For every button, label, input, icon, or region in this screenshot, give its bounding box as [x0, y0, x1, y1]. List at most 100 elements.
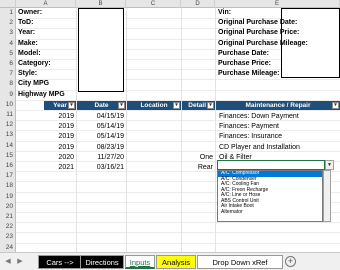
cell-year[interactable]: 2019: [44, 132, 76, 142]
cell-date[interactable]: 11/27/20: [77, 153, 126, 163]
row-header[interactable]: 14: [0, 140, 16, 151]
column-header-d[interactable]: D: [181, 0, 215, 8]
field-label: Purchase Mileage:: [218, 70, 280, 78]
row-header[interactable]: 7: [0, 69, 16, 80]
row-header[interactable]: 4: [0, 38, 16, 49]
column-header-a[interactable]: A: [16, 0, 76, 8]
cell-detail[interactable]: One: [182, 153, 215, 163]
filter-dropdown-icon[interactable]: ▾: [207, 102, 214, 109]
row-header[interactable]: 17: [0, 171, 16, 182]
table-header-detail[interactable]: Detail ▾: [182, 101, 215, 110]
row-header[interactable]: 1: [0, 8, 16, 19]
cell-detail[interactable]: [182, 143, 215, 153]
dropdown-scrollbar[interactable]: [323, 170, 331, 222]
row-header[interactable]: 22: [0, 222, 16, 233]
row-header[interactable]: 19: [0, 191, 16, 202]
row-header[interactable]: 9: [0, 89, 16, 100]
cell-detail[interactable]: [182, 132, 215, 142]
sheet-tab[interactable]: Analysis: [156, 255, 196, 269]
scroll-tabs-right-icon[interactable]: ▶: [16, 257, 24, 267]
row-header[interactable]: 10: [0, 99, 16, 110]
cell-detail[interactable]: [182, 122, 215, 132]
cell-repair[interactable]: Finances: Payment: [219, 122, 323, 132]
column-header-c[interactable]: C: [126, 0, 181, 8]
owner-input-box[interactable]: [78, 8, 124, 92]
field-label: Style:: [18, 70, 38, 78]
cell-year[interactable]: 2019: [44, 143, 76, 153]
row-header[interactable]: 23: [0, 232, 16, 243]
table-header-year[interactable]: Year ▾: [44, 101, 76, 110]
sheet-tab[interactable]: Directions: [80, 255, 124, 269]
add-sheet-icon[interactable]: +: [285, 256, 296, 267]
row-header[interactable]: 24: [0, 242, 16, 252]
cell-date[interactable]: 08/23/19: [77, 143, 126, 153]
active-cell-e17[interactable]: [217, 160, 325, 170]
row-header[interactable]: 20: [0, 201, 16, 212]
table-header-date[interactable]: Date ▾: [77, 101, 126, 110]
filter-dropdown-icon[interactable]: ▾: [173, 102, 180, 109]
select-all-corner[interactable]: [0, 0, 16, 8]
table-header-location[interactable]: Location ▾: [127, 101, 181, 110]
gridline: [16, 222, 340, 224]
cell-location[interactable]: [127, 132, 181, 142]
column-header-b[interactable]: B: [76, 0, 126, 8]
cell-year[interactable]: 2021: [44, 163, 76, 173]
cell-repair[interactable]: CD Player and Installation: [219, 143, 323, 153]
scroll-tabs-left-icon[interactable]: ◀: [4, 257, 12, 267]
row-header[interactable]: 8: [0, 79, 16, 90]
chevron-down-icon: ▼: [327, 162, 332, 168]
table-header-repair[interactable]: Maintenance / Repair ▾: [216, 101, 340, 110]
cell-repair[interactable]: Finances: Down Payment: [219, 112, 323, 122]
cell-detail[interactable]: Rear: [182, 163, 215, 173]
cell-date[interactable]: 04/15/19: [77, 112, 126, 122]
field-label: Original Purchase Price:: [218, 29, 300, 37]
cell-location[interactable]: [127, 153, 181, 163]
cell-date[interactable]: 03/16/21: [77, 163, 126, 173]
cell-date[interactable]: 05/14/19: [77, 122, 126, 132]
dropdown-option[interactable]: Alternator: [218, 209, 322, 216]
row-header[interactable]: 15: [0, 150, 16, 161]
column-header-bar: A B C D E: [0, 0, 340, 8]
cell-location[interactable]: [127, 163, 181, 173]
row-header[interactable]: 18: [0, 181, 16, 192]
validation-dropdown-list[interactable]: A/C: Compressor A/C: Condenser A/C: Coolin…: [217, 170, 323, 222]
cell-year[interactable]: 2020: [44, 153, 76, 163]
field-label: Year:: [18, 29, 36, 37]
cell-dropdown-button[interactable]: ▼: [325, 160, 334, 170]
row-header[interactable]: 3: [0, 28, 16, 39]
sheet-tab-bar: ◀ ▶ Cars --> Directions Inputs Analysis Drop…: [0, 252, 340, 270]
filter-dropdown-icon[interactable]: ▾: [118, 102, 125, 109]
row-header[interactable]: 5: [0, 48, 16, 59]
gridline: [16, 110, 340, 111]
cell-location[interactable]: [127, 143, 181, 153]
cell-repair[interactable]: Finances: Insurance: [219, 132, 323, 142]
cell-year[interactable]: 2019: [44, 122, 76, 132]
table-header-date-label: Date: [94, 102, 109, 109]
row-header[interactable]: 21: [0, 212, 16, 223]
cell-location[interactable]: [127, 112, 181, 122]
cell-detail[interactable]: [182, 112, 215, 122]
row-header[interactable]: 13: [0, 130, 16, 141]
table-header-location-label: Location: [140, 102, 168, 109]
spreadsheet-grid[interactable]: A B C D E 1 2 3 4 5 6 7 8 9 10 11 12 13 14 15 16 17 18 19 2…: [0, 0, 340, 252]
column-header-e[interactable]: E: [215, 0, 340, 8]
gridline: [215, 8, 216, 252]
row-header[interactable]: 12: [0, 120, 16, 131]
gridline: [16, 232, 340, 234]
sheet-tab[interactable]: Cars -->: [38, 255, 82, 269]
field-label: Vin:: [218, 9, 232, 16]
sheet-tab[interactable]: Drop Down xRef: [197, 255, 283, 269]
row-header[interactable]: 2: [0, 18, 16, 29]
row-header[interactable]: 16: [0, 161, 16, 172]
cell-location[interactable]: [127, 122, 181, 132]
row-header[interactable]: 11: [0, 110, 16, 121]
filter-dropdown-icon[interactable]: ▾: [68, 102, 75, 109]
field-label: Purchase Date:: [218, 49, 269, 57]
row-header[interactable]: 6: [0, 59, 16, 70]
cell-date[interactable]: 05/14/19: [77, 132, 126, 142]
sheet-tab[interactable]: Inputs: [125, 255, 155, 269]
field-label: Original Purchase Date:: [218, 19, 298, 27]
filter-dropdown-icon[interactable]: ▾: [332, 102, 339, 109]
field-label: Original Purchase Mileage:: [218, 39, 308, 47]
cell-year[interactable]: 2019: [44, 112, 76, 122]
